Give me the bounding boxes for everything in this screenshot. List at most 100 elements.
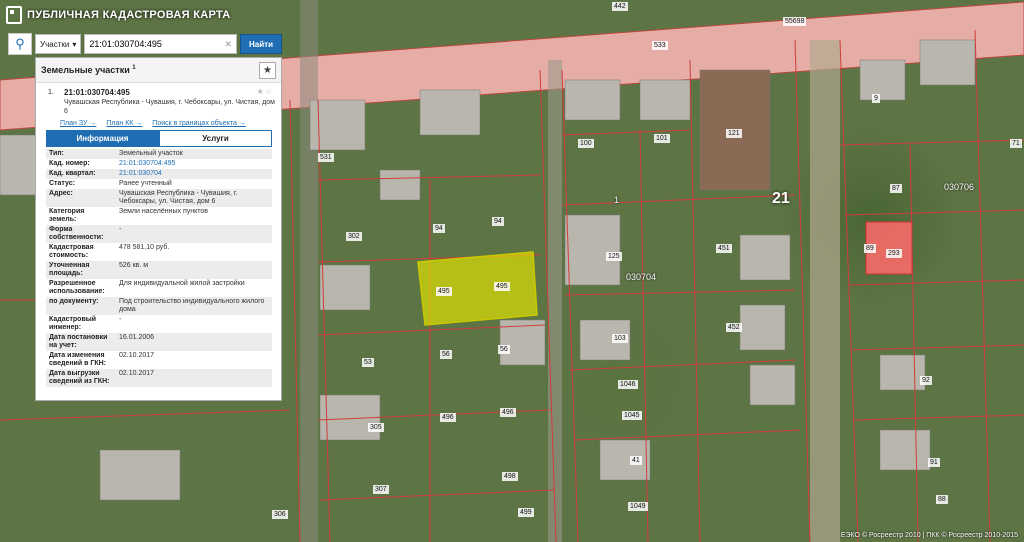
info-row: Дата постановки на учет: 16.01.2006 <box>46 333 272 351</box>
search-field: ✕ <box>84 34 238 54</box>
cadastre-logo-icon <box>6 6 22 24</box>
info-key: Уточненная площадь: <box>49 262 90 277</box>
info-key: Дата постановки на учет: <box>49 334 108 349</box>
info-key: Дата изменения сведений в ГКН: <box>49 352 106 367</box>
block-number: 21 <box>772 190 790 207</box>
info-key: Категория земель: <box>49 208 85 223</box>
parcel-label: 92 <box>920 376 932 385</box>
object-type-select[interactable]: Участки ▾ <box>35 34 82 54</box>
tab-information[interactable]: Информация <box>46 130 159 147</box>
parcel-label: 1049 <box>628 502 648 511</box>
tab-services[interactable]: Услуги <box>159 130 272 147</box>
cad-quarter-link[interactable]: 21:01:030704 <box>116 169 272 179</box>
result-address: Чувашская Республика - Чувашия, г. Чебок… <box>64 99 275 115</box>
info-value: 478 581,10 руб. <box>119 244 170 251</box>
info-value: Земли населённых пунктов <box>119 208 209 215</box>
info-key: Тип: <box>49 150 64 157</box>
parcel-label: 498 <box>502 472 518 481</box>
parcel-label: 499 <box>518 508 534 517</box>
parcel-label: 94 <box>433 224 445 233</box>
search-within-link[interactable]: Поиск в границах объекта → <box>152 120 246 127</box>
block-label: 1 <box>614 195 620 205</box>
result-panel: Земельные участки 1 ★ 1. ★☆ 21:01:030704… <box>35 57 282 401</box>
info-row: Адрес: Чувашская Республика - Чувашия, г.… <box>46 189 272 207</box>
parcel-label: 91 <box>928 458 940 467</box>
search-input[interactable] <box>89 39 225 49</box>
result-number: 1. <box>48 89 54 96</box>
star-icon: ★ <box>263 64 272 76</box>
find-button[interactable]: Найти <box>240 34 282 54</box>
parcel-label: 302 <box>346 232 362 241</box>
parcel-label: 100 <box>578 139 594 148</box>
info-key: Кад. номер: <box>49 160 90 167</box>
info-key: Кадастровый инженер: <box>49 316 97 331</box>
result-cad-number: 21:01:030704:495 <box>64 88 130 97</box>
parcel-label: 442 <box>612 2 628 11</box>
info-row: Тип: Земельный участок <box>46 149 272 159</box>
favorites-button[interactable]: ★ <box>259 61 276 79</box>
parcel-label: 88 <box>936 495 948 504</box>
info-value: Для индивидуальной жилой застройки <box>119 280 245 287</box>
app-brand[interactable]: ПУБЛИЧНАЯ КАДАСТРОВАЯ КАРТА <box>6 6 231 24</box>
parcel-label: 103 <box>612 334 628 343</box>
info-key: Адрес: <box>49 190 73 197</box>
info-value: - <box>119 226 122 233</box>
info-value: Чувашская Республика - Чувашия, г. Чебок… <box>119 190 238 205</box>
parcel-label: 293 <box>886 249 902 258</box>
info-value: - <box>119 316 122 323</box>
parcel-label: 87 <box>890 184 902 193</box>
parcel-label: 495 <box>436 287 452 296</box>
info-row: Кад. номер: 21:01:030704:495 <box>46 159 272 169</box>
info-value: 16.01.2006 <box>119 334 155 341</box>
plan-zu-link[interactable]: План ЗУ → <box>60 120 96 127</box>
plan-kk-link[interactable]: План КК → <box>106 120 142 127</box>
info-key: Дата выгрузки сведений из ГКН: <box>49 370 110 385</box>
parcel-label: 71 <box>1010 139 1022 148</box>
info-row: Кадастровая стоимость: 478 581,10 руб. <box>46 243 272 261</box>
search-bar: ⚲ Участки ▾ ✕ Найти <box>8 33 282 55</box>
info-value: 526 кв. м <box>119 262 149 269</box>
result-count: 1 <box>132 65 136 71</box>
info-value: Под строительство индивидуального жилого… <box>119 298 265 313</box>
info-row: по документу: Под строительство индивидуа… <box>46 297 272 315</box>
copyright: ЕЭКО © Росреестр 2010 | ПКК © Росреестр … <box>840 532 1018 539</box>
parcel-label: 451 <box>716 244 732 253</box>
parcel-label: 306 <box>272 510 288 519</box>
parcel-label: 56 <box>440 350 452 359</box>
parcel-label: 531 <box>318 153 334 162</box>
parcel-label: 1045 <box>622 411 642 420</box>
info-key: Кад. квартал: <box>49 170 96 177</box>
info-key: по документу: <box>49 298 99 305</box>
info-key: Статус: <box>49 180 75 187</box>
parcel-label: 495 <box>494 282 510 291</box>
parcel-label: 89 <box>864 244 876 253</box>
panel-title-text: Земельные участки <box>41 65 130 75</box>
parcel-label: 94 <box>492 217 504 226</box>
parcel-label: 121 <box>726 129 742 138</box>
panel-header: Земельные участки 1 ★ <box>36 58 281 83</box>
info-row: Уточненная площадь: 526 кв. м <box>46 261 272 279</box>
info-value: 02.10.2017 <box>119 370 155 377</box>
clear-icon[interactable]: ✕ <box>224 39 232 50</box>
parcel-label: 496 <box>500 408 516 417</box>
parcel-label: 53 <box>362 358 374 367</box>
parcel-label: 1046 <box>618 380 638 389</box>
info-row: Дата изменения сведений в ГКН: 02.10.2017 <box>46 351 272 369</box>
app-title: ПУБЛИЧНАЯ КАДАСТРОВАЯ КАРТА <box>27 9 231 21</box>
info-row: Статус: Ранее учтенный <box>46 179 272 189</box>
info-table: Тип: Земельный участок Кад. номер: 21:01:0… <box>46 149 272 387</box>
rating-icon[interactable]: ★☆ <box>257 87 273 96</box>
parcel-label: 56 <box>498 345 510 354</box>
info-value: Земельный участок <box>119 150 183 157</box>
result-item[interactable]: 1. ★☆ 21:01:030704:495 Чувашская Республ… <box>36 83 281 118</box>
cad-number-link[interactable]: 21:01:030704:495 <box>116 159 272 169</box>
quarter-label: 030704 <box>626 272 657 282</box>
parcel-label: 305 <box>368 423 384 432</box>
panel-tabs: Информация Услуги <box>46 130 272 147</box>
info-row: Дата выгрузки сведений из ГКН: 02.10.2017 <box>46 369 272 387</box>
quarter-label: 030706 <box>944 182 975 192</box>
parcel-label: 55698 <box>783 17 807 26</box>
search-icon[interactable]: ⚲ <box>8 33 32 55</box>
parcel-label: 533 <box>652 41 668 50</box>
parcel-label: 125 <box>606 252 622 261</box>
